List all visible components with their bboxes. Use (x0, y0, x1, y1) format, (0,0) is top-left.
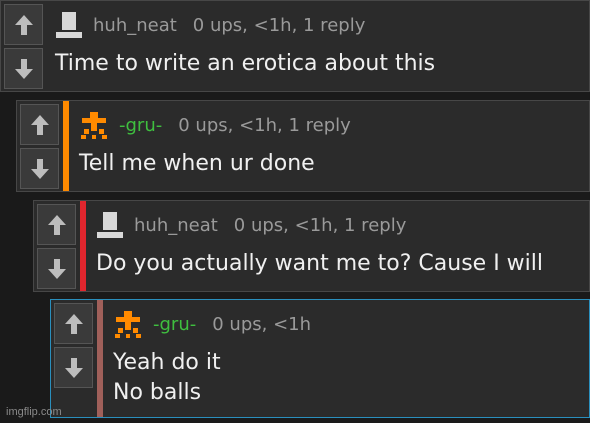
username[interactable]: huh_neat (93, 15, 177, 36)
down-arrow-icon (47, 258, 66, 279)
comment: huh_neat 0 ups, <1h, 1 reply Do you actu… (33, 200, 590, 292)
downvote-button[interactable] (20, 148, 59, 189)
vote-column (17, 101, 63, 191)
username[interactable]: -gru- (153, 314, 196, 335)
watermark: imgflip.com (6, 406, 62, 418)
comment: -gru- 0 ups, <1h, 1 reply Tell me when u… (16, 100, 590, 192)
comment: -gru- 0 ups, <1h Yeah do it No balls (50, 299, 590, 418)
up-arrow-icon (14, 14, 33, 35)
comment-header: -gru- 0 ups, <1h (113, 310, 311, 338)
thread-stripe (97, 300, 103, 417)
comment-text: Yeah do it No balls (113, 350, 221, 405)
down-arrow-icon (64, 357, 83, 378)
comment-header: huh_neat 0 ups, <1h, 1 reply (96, 211, 406, 239)
downvote-button[interactable] (4, 48, 43, 89)
comment-meta: 0 ups, <1h (212, 313, 312, 335)
up-arrow-icon (30, 114, 49, 135)
comment-text: Tell me when ur done (79, 151, 315, 176)
vote-column (1, 1, 47, 91)
comment-meta: 0 ups, <1h, 1 reply (233, 214, 407, 236)
comment: huh_neat 0 ups, <1h, 1 reply Time to wri… (0, 0, 590, 92)
vote-column (51, 300, 97, 417)
vote-column (34, 201, 80, 291)
down-arrow-icon (14, 58, 33, 79)
comment-header: huh_neat 0 ups, <1h, 1 reply (55, 11, 365, 39)
comment-body: -gru- 0 ups, <1h, 1 reply Tell me when u… (79, 101, 589, 191)
up-arrow-icon (47, 214, 66, 235)
pixel-figure-avatar-icon (81, 112, 107, 139)
top-hat-avatar-icon (97, 212, 123, 238)
pixel-figure-avatar-icon (115, 311, 141, 338)
comment-body: huh_neat 0 ups, <1h, 1 reply Do you actu… (96, 201, 589, 291)
upvote-button[interactable] (20, 104, 59, 145)
downvote-button[interactable] (54, 347, 93, 388)
comment-body: -gru- 0 ups, <1h Yeah do it No balls (113, 300, 589, 417)
thread-stripe (63, 101, 69, 191)
comment-body: huh_neat 0 ups, <1h, 1 reply Time to wri… (55, 1, 589, 91)
comment-meta: 0 ups, <1h, 1 reply (192, 14, 366, 36)
top-hat-avatar-icon (56, 12, 82, 38)
comment-header: -gru- 0 ups, <1h, 1 reply (79, 111, 351, 139)
comment-text: Time to write an erotica about this (55, 51, 436, 76)
username[interactable]: -gru- (119, 115, 162, 136)
thread-stripe (80, 201, 86, 291)
upvote-button[interactable] (37, 204, 76, 245)
username[interactable]: huh_neat (134, 215, 218, 236)
down-arrow-icon (30, 158, 49, 179)
comment-text: Do you actually want me to? Cause I will (96, 251, 544, 276)
comment-meta: 0 ups, <1h, 1 reply (178, 114, 351, 136)
upvote-button[interactable] (4, 4, 43, 45)
downvote-button[interactable] (37, 248, 76, 289)
up-arrow-icon (64, 313, 83, 334)
upvote-button[interactable] (54, 303, 93, 344)
